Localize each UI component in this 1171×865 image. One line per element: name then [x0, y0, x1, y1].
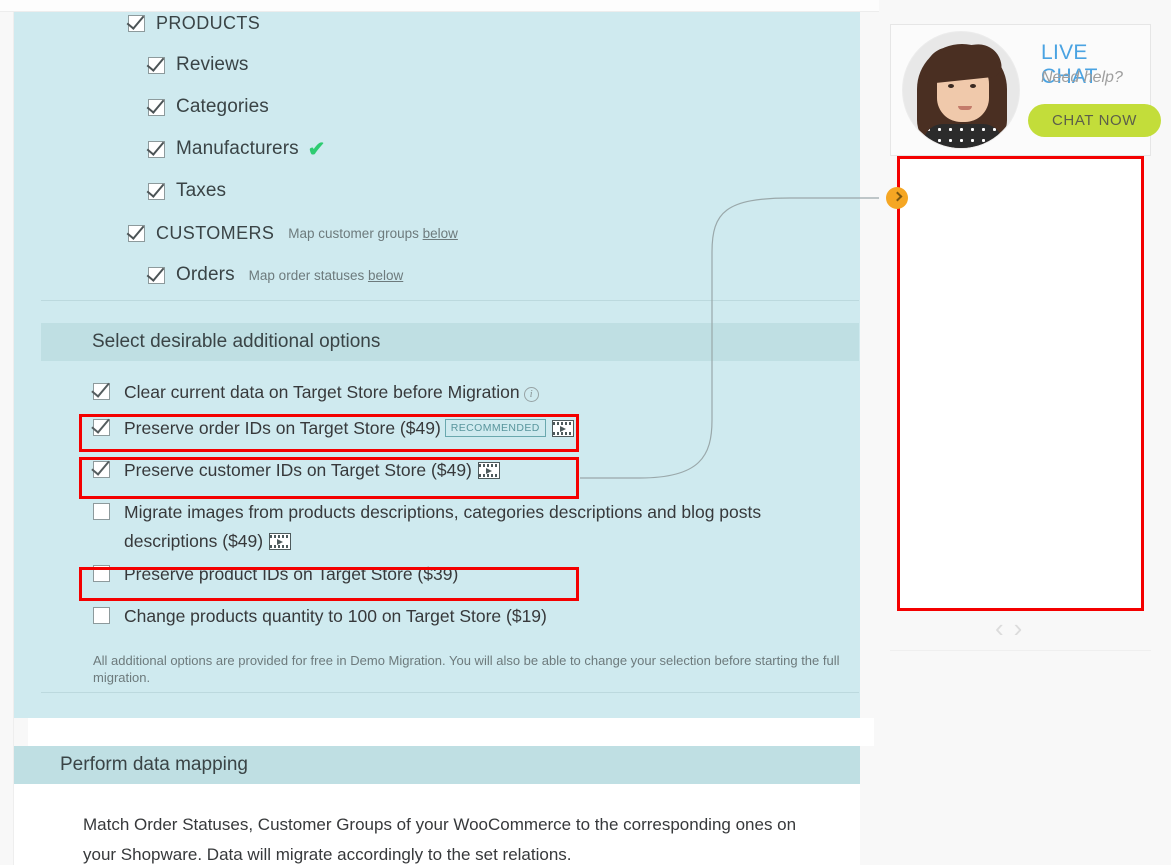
data-mapping-paragraph: Match Order Statuses, Customer Groups of… — [83, 815, 797, 864]
additional-options-footnote: All additional options are provided for … — [93, 653, 840, 685]
tooltip-card: This option allows preserving your Sourc… — [897, 156, 1144, 611]
option-text-wrap: Clear current data on Target Store befor… — [124, 378, 539, 407]
data-mapping-heading-text: Perform data mapping — [60, 754, 248, 775]
option-text-wrap: Migrate images from products description… — [124, 498, 814, 556]
entity-label: Manufacturers — [176, 138, 299, 159]
option-row[interactable]: Preserve customer IDs on Target Store ($… — [14, 456, 860, 498]
entity-checkbox[interactable] — [148, 56, 165, 74]
video-film-icon[interactable] — [477, 462, 500, 479]
entity-checkbox[interactable] — [148, 266, 165, 284]
entity-row[interactable]: CUSTOMERS Map customer groups below — [14, 212, 860, 254]
entity-label: Taxes — [176, 180, 227, 201]
option-checkbox[interactable] — [93, 383, 110, 400]
entity-checkbox[interactable] — [148, 182, 165, 200]
recommended-badge: RECOMMENDED — [444, 419, 546, 437]
chat-now-button[interactable]: CHAT NOW — [1028, 104, 1161, 137]
option-label: Change products quantity to 100 on Targe… — [124, 606, 547, 626]
entity-checkbox[interactable] — [128, 224, 145, 242]
video-film-icon[interactable] — [551, 420, 574, 437]
option-text-wrap: Change products quantity to 100 on Targe… — [124, 602, 547, 631]
option-text-wrap: Preserve product IDs on Target Store ($3… — [124, 560, 458, 589]
option-checkbox[interactable] — [93, 461, 110, 478]
panel-gap — [28, 718, 874, 746]
entity-label: CUSTOMERS — [156, 222, 275, 243]
check-success-icon: ✔ — [307, 137, 326, 161]
option-label: Preserve customer IDs on Target Store ($… — [124, 460, 472, 480]
live-chat-subtitle: Need help? — [1041, 69, 1123, 86]
sidebar-divider — [890, 650, 1151, 651]
option-checkbox[interactable] — [93, 607, 110, 624]
entity-note-link[interactable]: below — [423, 226, 458, 241]
tooltip-pointer-marker-icon — [886, 187, 908, 209]
entity-label: Orders — [176, 264, 235, 285]
entity-checkbox[interactable] — [148, 98, 165, 116]
entity-note-link[interactable]: below — [368, 268, 403, 283]
entity-checkbox[interactable] — [128, 14, 145, 32]
video-film-icon[interactable] — [269, 533, 292, 550]
chevron-left-icon[interactable]: ‹ — [995, 615, 1004, 641]
option-checkbox[interactable] — [93, 503, 110, 520]
option-checkbox[interactable] — [93, 419, 110, 436]
entity-note: Map customer groups below — [288, 226, 458, 241]
option-row[interactable]: Preserve order IDs on Target Store ($49)… — [14, 414, 860, 456]
section-divider — [41, 300, 859, 301]
page-root: PRODUCTS Reviews Categories Manufacturers ✔ T… — [0, 0, 1171, 865]
entity-row[interactable]: PRODUCTS — [14, 2, 860, 44]
entity-row[interactable]: Taxes — [14, 170, 860, 212]
tooltip-nav[interactable]: ‹ › — [995, 614, 1051, 642]
page-left-gutter — [0, 0, 14, 865]
entity-checkbox-tree: PRODUCTS Reviews Categories Manufacturers ✔ T… — [14, 2, 860, 296]
option-row[interactable]: Migrate images from products description… — [14, 498, 860, 560]
option-checkbox[interactable] — [93, 565, 110, 582]
additional-options-heading-text: Select desirable additional options — [92, 331, 381, 352]
entity-row[interactable]: Reviews — [14, 44, 860, 86]
entity-row[interactable]: Categories — [14, 86, 860, 128]
option-row[interactable]: Preserve product IDs on Target Store ($3… — [14, 560, 860, 602]
entity-note-text: Map order statuses — [248, 267, 368, 283]
data-mapping-heading: Perform data mapping — [14, 746, 860, 784]
option-label: Clear current data on Target Store befor… — [124, 382, 520, 402]
entity-label: Categories — [176, 96, 269, 117]
additional-options-list: Clear current data on Target Store befor… — [14, 378, 860, 644]
option-label: Migrate images from products description… — [124, 502, 762, 551]
footnote-divider — [41, 692, 859, 693]
info-icon[interactable]: i — [523, 387, 539, 402]
entity-label: Reviews — [176, 54, 249, 75]
avatar — [902, 31, 1020, 149]
entity-note: Map order statuses below — [249, 268, 404, 283]
option-row[interactable]: Clear current data on Target Store befor… — [14, 378, 860, 414]
chevron-right-icon[interactable]: › — [1014, 615, 1023, 641]
option-text-wrap: Preserve order IDs on Target Store ($49)… — [124, 414, 574, 443]
option-row[interactable]: Change products quantity to 100 on Targe… — [14, 602, 860, 644]
additional-options-heading: Select desirable additional options — [41, 323, 859, 361]
entity-checkbox[interactable] — [148, 140, 165, 158]
entity-note-text: Map customer groups — [288, 225, 423, 241]
entity-row[interactable]: Orders Map order statuses below — [14, 254, 860, 296]
main-content-column: PRODUCTS Reviews Categories Manufacturers ✔ T… — [14, 0, 874, 865]
entity-row[interactable]: Manufacturers ✔ — [14, 128, 860, 170]
option-text-wrap: Preserve customer IDs on Target Store ($… — [124, 456, 500, 485]
option-label: Preserve order IDs on Target Store ($49) — [124, 418, 441, 438]
option-label: Preserve product IDs on Target Store ($3… — [124, 564, 459, 584]
live-chat-card[interactable]: LIVE CHAT Need help? CHAT NOW — [890, 24, 1161, 156]
entity-label: PRODUCTS — [156, 12, 261, 33]
